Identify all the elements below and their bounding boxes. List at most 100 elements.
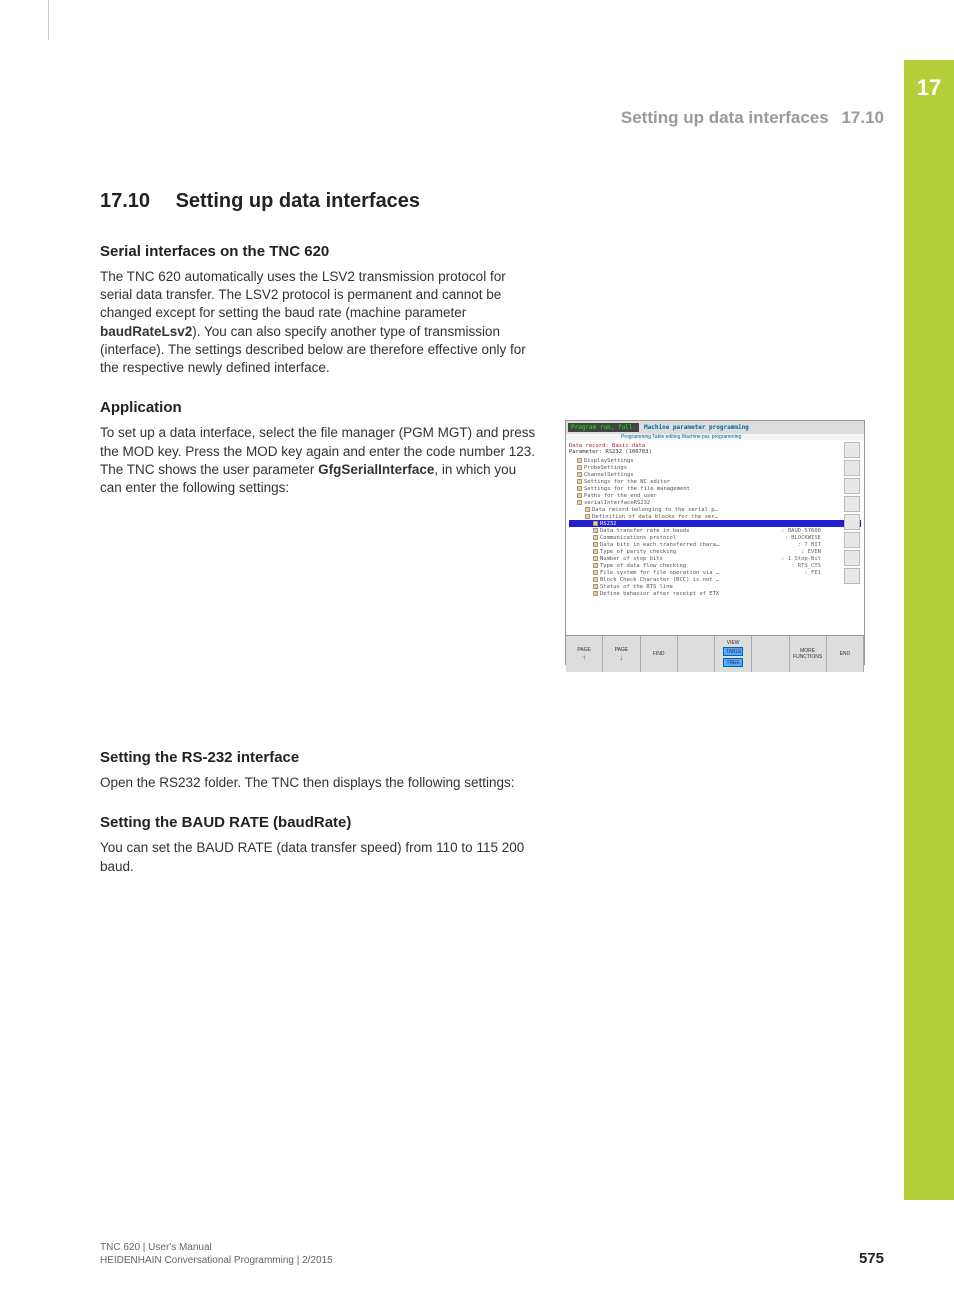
tree-row-value: : FE1 <box>804 570 821 576</box>
tree-row-label: ChannelSettings <box>584 472 634 478</box>
tree-node-icon <box>577 465 582 470</box>
para-application: To set up a data interface, select the f… <box>100 424 540 497</box>
sk-table-label: TABLE <box>723 647 743 656</box>
softkey-find: FIND <box>641 636 678 672</box>
fig-right-icon-col <box>844 442 862 586</box>
heading-application: Application <box>100 399 870 416</box>
footer-line1: TNC 620 | User's Manual <box>100 1241 333 1254</box>
tree-row-label: ProbeSettings <box>584 465 627 471</box>
footer-left: TNC 620 | User's Manual HEIDENHAIN Conve… <box>100 1241 333 1267</box>
fig-mode-left: Program run, full. <box>568 423 639 432</box>
section-heading-text: Setting up data interfaces <box>176 190 421 212</box>
block-rs232: Setting the RS-232 interface Open the RS… <box>100 749 870 792</box>
softkey-end: END <box>827 636 864 672</box>
right-icon <box>844 442 860 458</box>
tree-row: Type of data flow checking : RTS_CTS <box>569 562 861 569</box>
tree-node-icon <box>577 500 582 505</box>
tree-row-label: Data transfer rate in bauds <box>600 528 689 534</box>
tree-row: Define behavior after receipt of ETX <box>569 590 861 597</box>
tree-node-icon <box>593 535 598 540</box>
tree-row: Communications protocol : BLOCKWISE <box>569 534 861 541</box>
running-header-title: Setting up data interfaces <box>621 108 829 127</box>
right-icon <box>844 568 860 584</box>
tree-row: File system for file operation via … : FE… <box>569 569 861 576</box>
arrow-down-icon: ↓ <box>604 653 638 662</box>
section-number: 17.10 <box>100 190 170 213</box>
tree-row-label: Data bits in each transferred chara… <box>600 542 719 548</box>
fig-mode-right: Machine parameter programming <box>641 423 752 432</box>
tree-row-value: : 1 Stop-Bit <box>781 556 821 562</box>
tree-row: Paths for the end user <box>569 492 861 499</box>
right-icon <box>844 550 860 566</box>
tree-row: DisplaySettings <box>569 457 861 464</box>
tree-node-icon <box>577 479 582 484</box>
tree-row-value: : BAUD_57600 <box>781 528 821 534</box>
tree-row-label: Block Check Character (BCC) is not … <box>600 577 719 583</box>
tree-row: Settings for the file management <box>569 485 861 492</box>
tree-row: Data transfer rate in bauds : BAUD_57600 <box>569 527 861 534</box>
sk-tree-label: TREE <box>723 658 743 667</box>
fig-body: Data record: Basic data Parameter: RS232… <box>566 440 864 635</box>
tree-row-label: Define behavior after receipt of ETX <box>600 591 719 597</box>
running-header-num: 17.10 <box>841 108 884 127</box>
tree-row-label: Status of the RTS line <box>600 584 673 590</box>
tnc-screenshot: Program run, full. Machine parameter pro… <box>565 420 865 665</box>
chapter-number: 17 <box>904 60 954 101</box>
block-serial: Serial interfaces on the TNC 620 The TNC… <box>100 243 870 377</box>
tree-row-label: File system for file operation via … <box>600 570 719 576</box>
fig-parameter: Parameter: RS232 (106703) <box>569 449 861 455</box>
tree-row-label: Data record belonging to the serial p… <box>592 507 718 513</box>
heading-rs232: Setting the RS-232 interface <box>100 749 870 766</box>
footer-line2: HEIDENHAIN Conversational Programming | … <box>100 1254 333 1267</box>
tree-row: ChannelSettings <box>569 471 861 478</box>
right-icon <box>844 496 860 512</box>
tree-row-selected: RS232 <box>569 520 861 527</box>
tree-node-icon <box>593 521 598 526</box>
tree-node-icon <box>577 493 582 498</box>
tree-node-icon <box>593 542 598 547</box>
tree-node-icon <box>593 549 598 554</box>
tree-row: Data bits in each transferred chara…: 7 … <box>569 541 861 548</box>
tree-row-label: DisplaySettings <box>584 458 634 464</box>
tree-row-value: : EVEN <box>801 549 821 555</box>
block-baud: Setting the BAUD RATE (baudRate) You can… <box>100 814 870 875</box>
tree-row: Settings for the NC editor <box>569 478 861 485</box>
right-icon <box>844 532 860 548</box>
baudratelsv2-bold: baudRateLsv2 <box>100 324 192 339</box>
right-icon <box>844 460 860 476</box>
right-icon <box>844 514 860 530</box>
tree-row-label: Communications protocol <box>600 535 676 541</box>
tree-row: Block Check Character (BCC) is not … <box>569 576 861 583</box>
heading-baud: Setting the BAUD RATE (baudRate) <box>100 814 870 831</box>
heading-serial: Serial interfaces on the TNC 620 <box>100 243 870 260</box>
tree-row-value: : RTS_CTS <box>791 563 821 569</box>
tree-node-icon <box>577 458 582 463</box>
tree-node-icon <box>593 570 598 575</box>
tree-node-icon <box>593 584 598 589</box>
tree-row: Status of the RTS line <box>569 583 861 590</box>
right-icon <box>844 478 860 494</box>
tree-row: Definition of data blocks for the ser… <box>569 513 861 520</box>
tree-node-icon <box>593 591 598 596</box>
softkey-page-up: PAGE↑ <box>566 636 603 672</box>
tree-row-label: Settings for the NC editor <box>584 479 670 485</box>
tree-row-label: Type of parity checking <box>600 549 676 555</box>
page-footer: TNC 620 | User's Manual HEIDENHAIN Conve… <box>100 1241 884 1267</box>
tree-row-label: Paths for the end user <box>584 493 657 499</box>
tree-row-label: Number of stop bits <box>600 556 663 562</box>
section-title: 17.10 Setting up data interfaces <box>100 190 870 213</box>
tree-row-label: RS232 <box>600 521 617 527</box>
chapter-tab: 17 <box>904 60 954 1200</box>
tree-row-value: : BLOCKWISE <box>785 535 821 541</box>
tree-node-icon <box>577 486 582 491</box>
softkey-page-down: PAGE↓ <box>603 636 640 672</box>
fig-tree: DisplaySettingsProbeSettingsChannelSetti… <box>569 457 861 597</box>
tree-node-icon <box>593 577 598 582</box>
tree-row-label: Type of data flow checking <box>600 563 686 569</box>
softkey-empty <box>678 636 715 672</box>
tree-row: ProbeSettings <box>569 464 861 471</box>
softkey-more: MORE FUNCTIONS <box>790 636 827 672</box>
tree-row: Type of parity checking : EVEN <box>569 548 861 555</box>
tree-row-label: Definition of data blocks for the ser… <box>592 514 718 520</box>
tree-row-label: serialInterfaceRS232 <box>584 500 650 506</box>
